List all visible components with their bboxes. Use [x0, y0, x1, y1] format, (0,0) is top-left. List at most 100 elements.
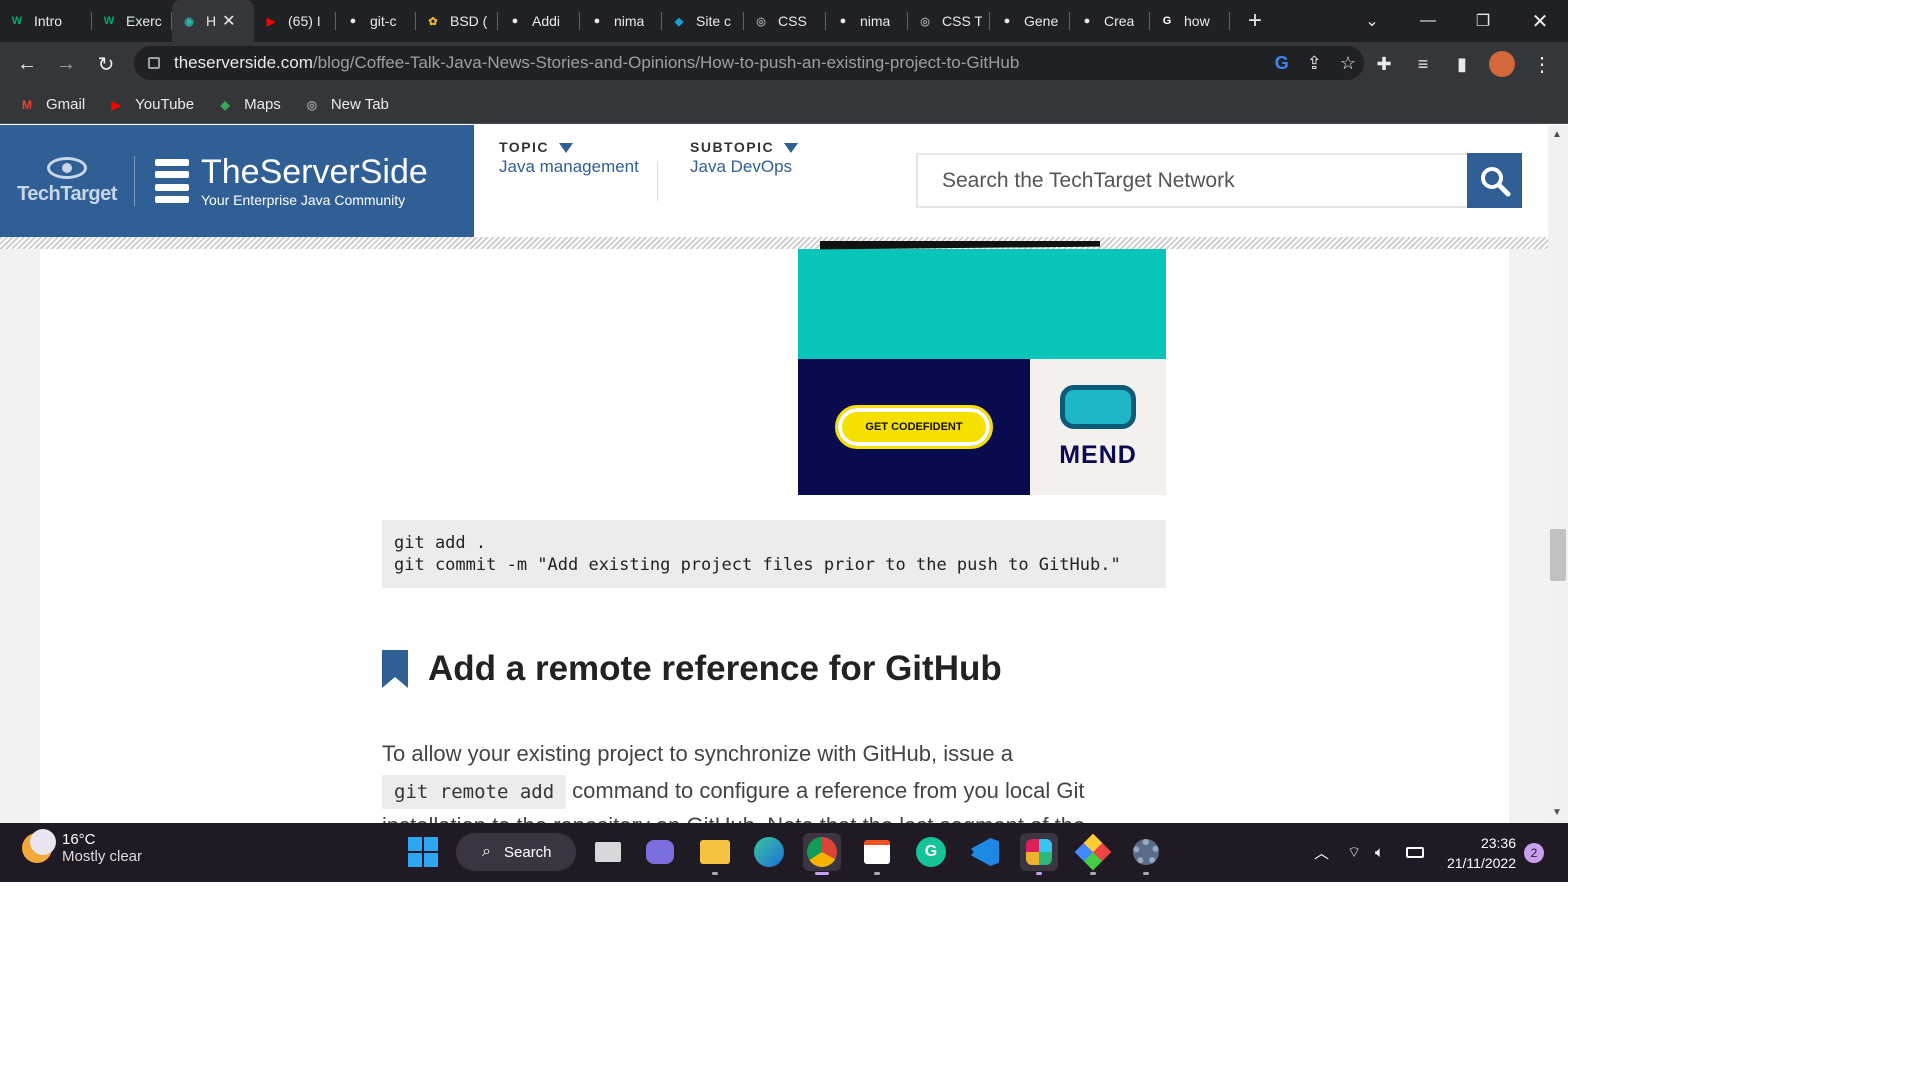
subtopic-dropdown[interactable]: SUBTOPIC Java DevOps	[690, 139, 850, 177]
tab-title: BSD (	[450, 13, 488, 29]
browser-tab[interactable]: ● nima	[826, 0, 908, 42]
article-content: GET CODEFIDENT MEND git add . git commit…	[40, 241, 1509, 823]
search-input[interactable]: Search the TechTarget Network	[918, 155, 1467, 206]
paragraph-text: command to configure a reference from yo…	[572, 778, 1085, 803]
new-tab-button[interactable]: +	[1240, 7, 1270, 35]
browser-toolbar: ← → ↻ theserverside.com/blog/Coffee-Talk…	[0, 42, 1568, 86]
browser-tab[interactable]: ◉ H ✕	[172, 0, 254, 42]
site-search[interactable]: Search the TechTarget Network	[916, 153, 1522, 208]
battery-icon[interactable]	[1406, 823, 1424, 882]
edge-icon[interactable]	[750, 833, 788, 871]
search-button[interactable]	[1467, 153, 1522, 208]
browser-tab[interactable]: ◎ CSS T	[908, 0, 990, 42]
profile-avatar[interactable]	[1489, 51, 1515, 77]
ad-brand: MEND	[1059, 440, 1137, 469]
chrome-icon[interactable]	[803, 833, 841, 875]
reload-icon[interactable]: ↻	[88, 46, 124, 82]
bookmark-item[interactable]: M Gmail	[18, 96, 85, 113]
paragraph: To allow your existing project to synchr…	[382, 735, 1142, 823]
advertisement[interactable]: GET CODEFIDENT MEND	[798, 241, 1166, 495]
browser-tab[interactable]: ✿ BSD (	[416, 0, 498, 42]
forward-icon[interactable]: →	[48, 46, 84, 82]
browser-tab[interactable]: ◆ Site c	[662, 0, 744, 42]
mend-logo-icon	[1060, 384, 1136, 429]
topic-dropdown[interactable]: TOPIC Java management	[499, 139, 639, 177]
browser-tab[interactable]: ● nima	[580, 0, 662, 42]
bookmark-item[interactable]: ▶ YouTube	[107, 96, 195, 113]
grammarly-icon[interactable]: G	[912, 833, 950, 871]
subtopic-value[interactable]: Java DevOps	[690, 157, 850, 177]
settings-icon[interactable]	[1127, 833, 1165, 875]
start-button[interactable]	[404, 833, 442, 871]
techtarget-logo[interactable]: TechTarget	[0, 125, 134, 237]
task-view-icon[interactable]	[589, 833, 627, 871]
browser-tab[interactable]: ● git-c	[336, 0, 416, 42]
browser-tab[interactable]: W Exerc	[92, 0, 172, 42]
bookmark-item[interactable]: ◆ Maps	[216, 96, 281, 113]
bookmark-item[interactable]: ◎ New Tab	[303, 96, 389, 113]
heading-text: Add a remote reference for GitHub	[428, 649, 1002, 688]
browser-tab[interactable]: ● Addi	[498, 0, 580, 42]
browser-tab[interactable]: ◎ CSS	[744, 0, 826, 42]
notification-badge[interactable]: 2	[1524, 843, 1544, 863]
taskbar-search[interactable]: ⌕ Search	[456, 833, 576, 871]
address-bar[interactable]: theserverside.com/blog/Coffee-Talk-Java-…	[134, 46, 1364, 80]
weather-widget[interactable]: 16°C Mostly clear	[22, 829, 142, 865]
side-panel-icon[interactable]: ▮	[1444, 46, 1480, 82]
browser-tab[interactable]: W Intro	[0, 0, 92, 42]
w3schools-icon: W	[11, 15, 23, 27]
vscode-icon[interactable]	[966, 833, 1004, 871]
teams-chat-icon[interactable]	[641, 833, 679, 871]
minimize-icon[interactable]: —	[1408, 0, 1448, 42]
share-icon[interactable]: ⇪	[1307, 53, 1322, 74]
globe-icon: ◎	[306, 97, 318, 112]
google-lens-icon[interactable]: G	[1275, 53, 1289, 74]
system-clock[interactable]: 23:36 21/11/2022	[1440, 833, 1516, 873]
bookmark-star-icon[interactable]: ☆	[1340, 53, 1356, 74]
tab-title: Crea	[1104, 13, 1135, 29]
microsoft-store-icon[interactable]	[858, 833, 896, 875]
globe-icon: ◎	[920, 15, 930, 28]
extensions-icon[interactable]: ✚	[1366, 46, 1402, 82]
scroll-down-icon[interactable]: ▼	[1552, 807, 1562, 818]
site-tagline: Your Enterprise Java Community	[201, 192, 406, 208]
close-tab-icon[interactable]: ✕	[222, 11, 235, 31]
topic-value[interactable]: Java management	[499, 157, 639, 177]
reading-list-icon[interactable]: ≡	[1405, 46, 1441, 82]
theserverside-logo[interactable]: TheServerSide Your Enterprise Java Commu…	[155, 154, 428, 208]
close-window-icon[interactable]: ✕	[1518, 0, 1562, 42]
eye-icon	[47, 156, 87, 179]
menu-icon[interactable]: ⋮	[1524, 46, 1560, 82]
scroll-up-icon[interactable]: ▲	[1552, 129, 1562, 140]
lock-icon[interactable]	[148, 57, 160, 69]
wifi-icon[interactable]: ⌔	[1347, 823, 1361, 882]
restore-icon[interactable]: ❐	[1463, 0, 1503, 42]
back-icon[interactable]: ←	[9, 46, 45, 82]
bookmark-label: Gmail	[46, 96, 86, 113]
bookmark-icon	[382, 650, 408, 688]
weather-moon-icon	[22, 829, 56, 863]
diamond-icon: ◆	[674, 15, 684, 28]
browser-tab[interactable]: ● Gene	[990, 0, 1070, 42]
browser-tab[interactable]: ▶ (65) I	[254, 0, 336, 42]
show-hidden-icons[interactable]: ︿	[1314, 823, 1329, 882]
slack-icon[interactable]	[1020, 833, 1058, 875]
ad-cta-button[interactable]: GET CODEFIDENT	[835, 405, 993, 449]
file-explorer-icon[interactable]	[696, 833, 734, 875]
browser-tab[interactable]: Ghow	[1150, 0, 1230, 42]
scrollbar-thumb[interactable]	[1550, 529, 1566, 581]
tab-title: H	[206, 13, 217, 29]
tab-title: Exerc	[126, 13, 162, 29]
git-tool-icon[interactable]	[1074, 833, 1112, 875]
tab-title: Site c	[696, 13, 732, 29]
volume-icon[interactable]: 🔈︎	[1375, 823, 1384, 882]
code-block: git add . git commit -m "Add existing pr…	[382, 520, 1166, 588]
code-line: git add .	[394, 533, 487, 553]
tab-search-icon[interactable]: ⌄	[1352, 0, 1392, 42]
omnibox-actions: G ⇪ ☆	[1275, 46, 1356, 80]
bookmarks-bar: M Gmail ▶ YouTube ◆ Maps ◎ New Tab	[0, 86, 1568, 124]
page-scrollbar[interactable]: ▲ ▼	[1548, 125, 1568, 823]
bsd-icon: ✿	[428, 15, 438, 28]
browser-tab[interactable]: ● Crea	[1070, 0, 1150, 42]
github-icon: ●	[839, 15, 847, 27]
